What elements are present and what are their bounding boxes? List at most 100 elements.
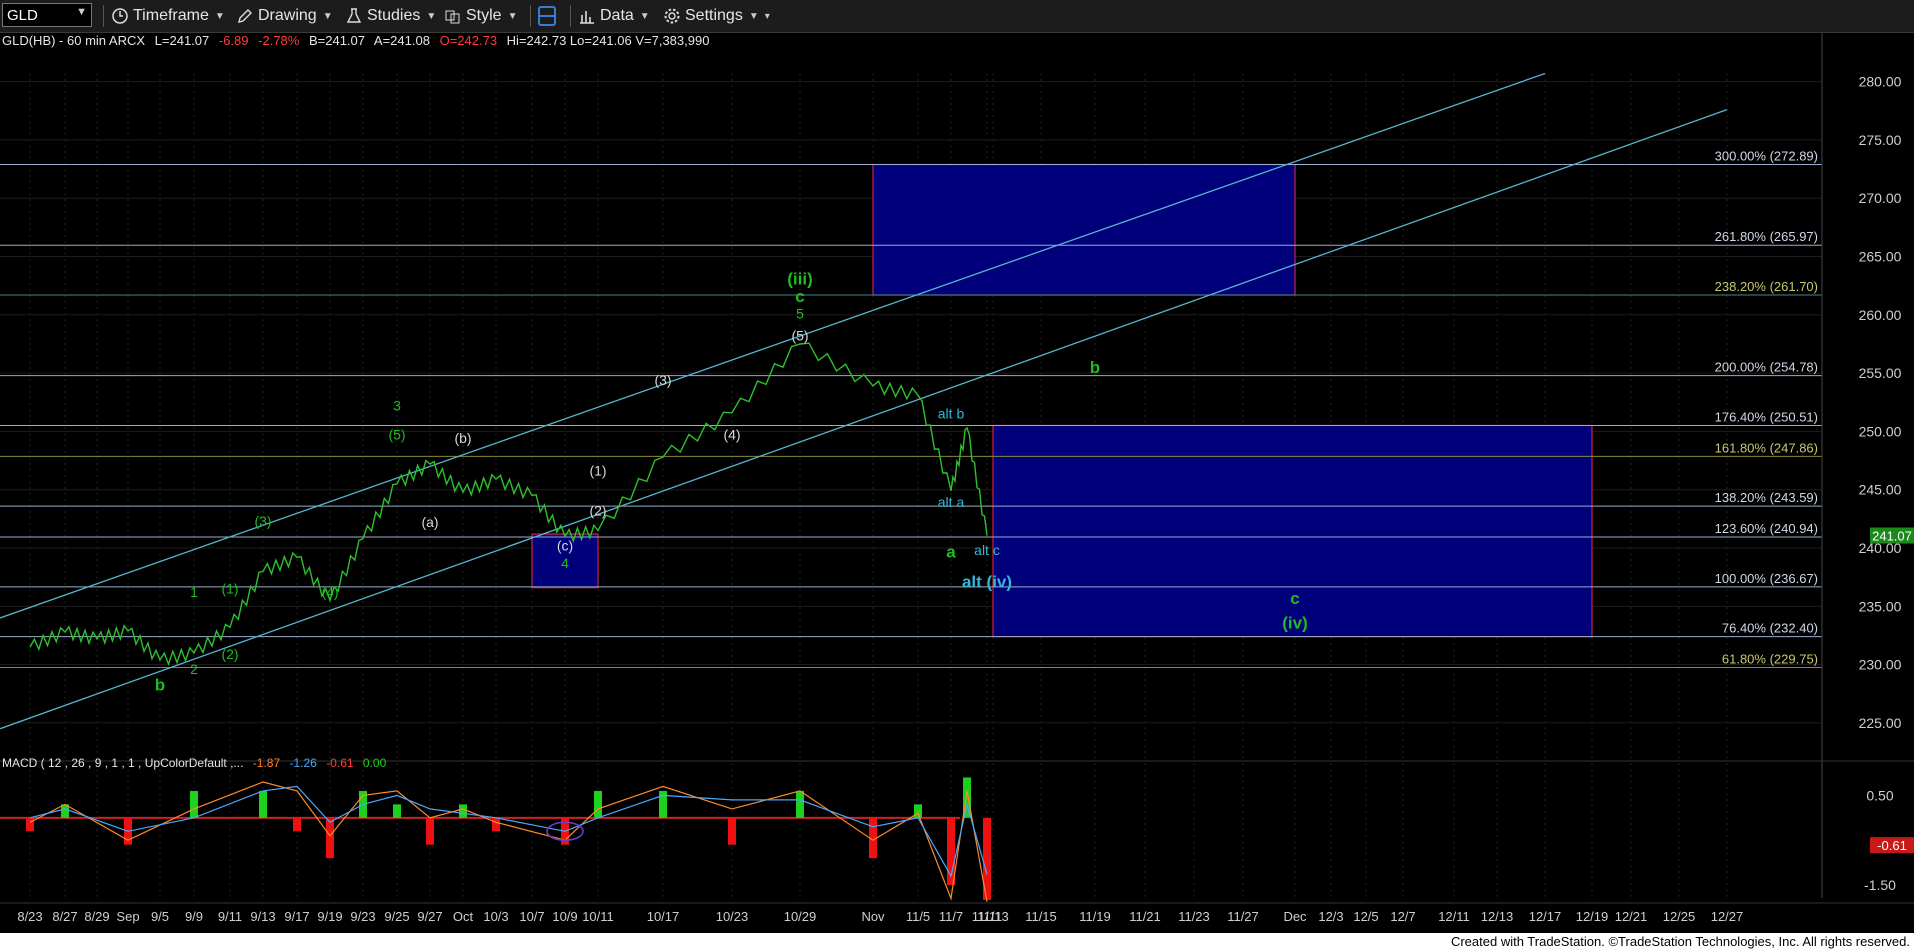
price-series: [29, 342, 988, 667]
ask-price: A=241.08: [374, 33, 430, 48]
x-tick-label: Oct: [453, 909, 474, 924]
studies-button[interactable]: Studies ▼: [345, 0, 436, 32]
wave-label: (1): [221, 580, 238, 596]
fib-label: 123.60% (240.94): [1715, 521, 1818, 536]
wave-label: 5: [796, 305, 804, 321]
x-tick-label: 9/19: [317, 909, 342, 924]
y-tick-label: 225.00: [1859, 715, 1902, 731]
x-tick-label: 11/5: [906, 909, 930, 924]
wave-label: (2): [589, 502, 606, 518]
style-icon: [445, 10, 460, 24]
macd-last-label: -0.61: [1877, 838, 1907, 853]
gear-icon: [664, 8, 680, 24]
wave-label: b: [155, 675, 165, 694]
instrument-label: GLD(HB) - 60 min ARCX: [2, 33, 145, 48]
wave-label: c: [795, 287, 804, 306]
x-tick-label: 9/13: [250, 909, 275, 924]
x-tick-label: 12/21: [1615, 909, 1648, 924]
wave-label: (1): [589, 463, 606, 479]
x-tick-label: 12/7: [1390, 909, 1415, 924]
y-tick-label: 275.00: [1859, 132, 1902, 148]
chevron-down-icon: ▼: [322, 10, 333, 22]
x-tick-label: Dec: [1283, 909, 1307, 924]
time-axis: 8/23 8/27 8/29 Sep 9/5 9/9 9/11 9/13 9/17 9/19 9/2…: [0, 902, 1914, 933]
y-tick-label: 230.00: [1859, 657, 1902, 673]
macd-histogram-bar: [914, 804, 922, 818]
x-tick-label: 10/3: [483, 909, 508, 924]
bid-price: B=241.07: [309, 33, 365, 48]
style-button[interactable]: Style ▼: [444, 0, 517, 32]
y-tick-label: 245.00: [1859, 482, 1902, 498]
fib-label: 200.00% (254.78): [1715, 360, 1818, 375]
macd-histogram-bar: [393, 804, 401, 818]
toolbar-divider: [103, 5, 104, 27]
settings-button[interactable]: Settings ▼ ▾: [663, 0, 770, 32]
style-label: Style: [466, 7, 502, 24]
layout-button[interactable]: [536, 0, 558, 32]
x-tick-label: 9/27: [417, 909, 442, 924]
macd-histogram-bar: [492, 817, 500, 832]
wave-label: (4): [723, 427, 740, 443]
x-tick-label: 12/25: [1663, 909, 1696, 924]
chart-header: GLD(HB) - 60 min ARCX L=241.07 -6.89 -2.…: [2, 33, 709, 48]
macd-histogram-bar: [728, 817, 736, 845]
timeframe-label: Timeframe: [133, 7, 209, 24]
drawing-label: Drawing: [258, 7, 317, 24]
macd-tick-label: -1.50: [1864, 877, 1896, 893]
wave-label: (5): [791, 327, 808, 343]
x-tick-label: 11/27: [1227, 909, 1259, 924]
x-tick-label: 9/25: [384, 909, 409, 924]
flask-icon: [346, 8, 362, 23]
fib-label: 300.00% (272.89): [1715, 149, 1818, 164]
wave-label: alt c: [974, 542, 1000, 558]
x-tick-label: Sep: [116, 909, 139, 924]
x-tick-label: 11/19: [1079, 909, 1111, 924]
x-tick-label: 11/21: [1129, 909, 1161, 924]
x-tick-label: 12/11: [1438, 909, 1470, 924]
wave-label: (c): [557, 537, 573, 553]
price-change: -6.89: [219, 33, 249, 48]
x-tick-label: 10/7: [519, 909, 544, 924]
x-tick-label: 11/13: [977, 909, 1009, 924]
wave-label: c: [1290, 589, 1299, 608]
x-tick-label: 12/13: [1481, 909, 1514, 924]
drawing-button[interactable]: Drawing ▼: [236, 0, 333, 32]
x-tick-label: Nov: [861, 909, 885, 924]
wave-label: (5): [388, 427, 405, 443]
x-tick-label: 11/23: [1178, 909, 1210, 924]
fib-label: 138.20% (243.59): [1715, 490, 1818, 505]
x-tick-label: 9/9: [185, 909, 203, 924]
price-change-pct: -2.78%: [258, 33, 300, 48]
fib-label: 61.80% (229.75): [1722, 652, 1818, 667]
wave-label: (b): [454, 430, 471, 446]
x-tick-label: 12/19: [1576, 909, 1609, 924]
symbol-input[interactable]: GLD ▼: [2, 3, 92, 27]
fib-label: 261.80% (265.97): [1715, 229, 1818, 244]
more-icon: ▾: [764, 10, 770, 22]
y-tick-label: 270.00: [1859, 190, 1902, 206]
macd-line: [29, 781, 988, 902]
range-volume: Hi=242.73 Lo=241.06 V=7,383,990: [507, 33, 710, 48]
studies-label: Studies: [367, 7, 421, 24]
open-price: O=242.73: [440, 33, 497, 48]
x-tick-label: 10/11: [582, 909, 614, 924]
macd-panel: 0.50 -1.50 -0.61: [0, 760, 1914, 902]
data-button[interactable]: Data ▼: [578, 0, 650, 32]
fib-label: 76.40% (232.40): [1722, 621, 1818, 636]
macd-histogram-bar: [459, 804, 467, 818]
symbol-value: GLD: [7, 6, 38, 24]
wave-label: alt a: [938, 494, 965, 510]
wave-label: (2): [221, 646, 238, 662]
x-tick-label: 8/27: [52, 909, 77, 924]
bar-chart-icon: [580, 11, 594, 24]
x-tick-label: 11/15: [1025, 909, 1057, 924]
wave-label: (3): [654, 372, 671, 388]
clock-icon: [112, 8, 128, 24]
timeframe-button[interactable]: Timeframe ▼: [111, 0, 225, 32]
x-tick-label: 10/29: [784, 909, 817, 924]
x-tick-label: 10/9: [552, 909, 577, 924]
x-tick-label: 8/29: [84, 909, 109, 924]
last-price: L=241.07: [155, 33, 210, 48]
wave-label: alt (iv): [962, 573, 1012, 592]
x-tick-label: 10/23: [716, 909, 749, 924]
